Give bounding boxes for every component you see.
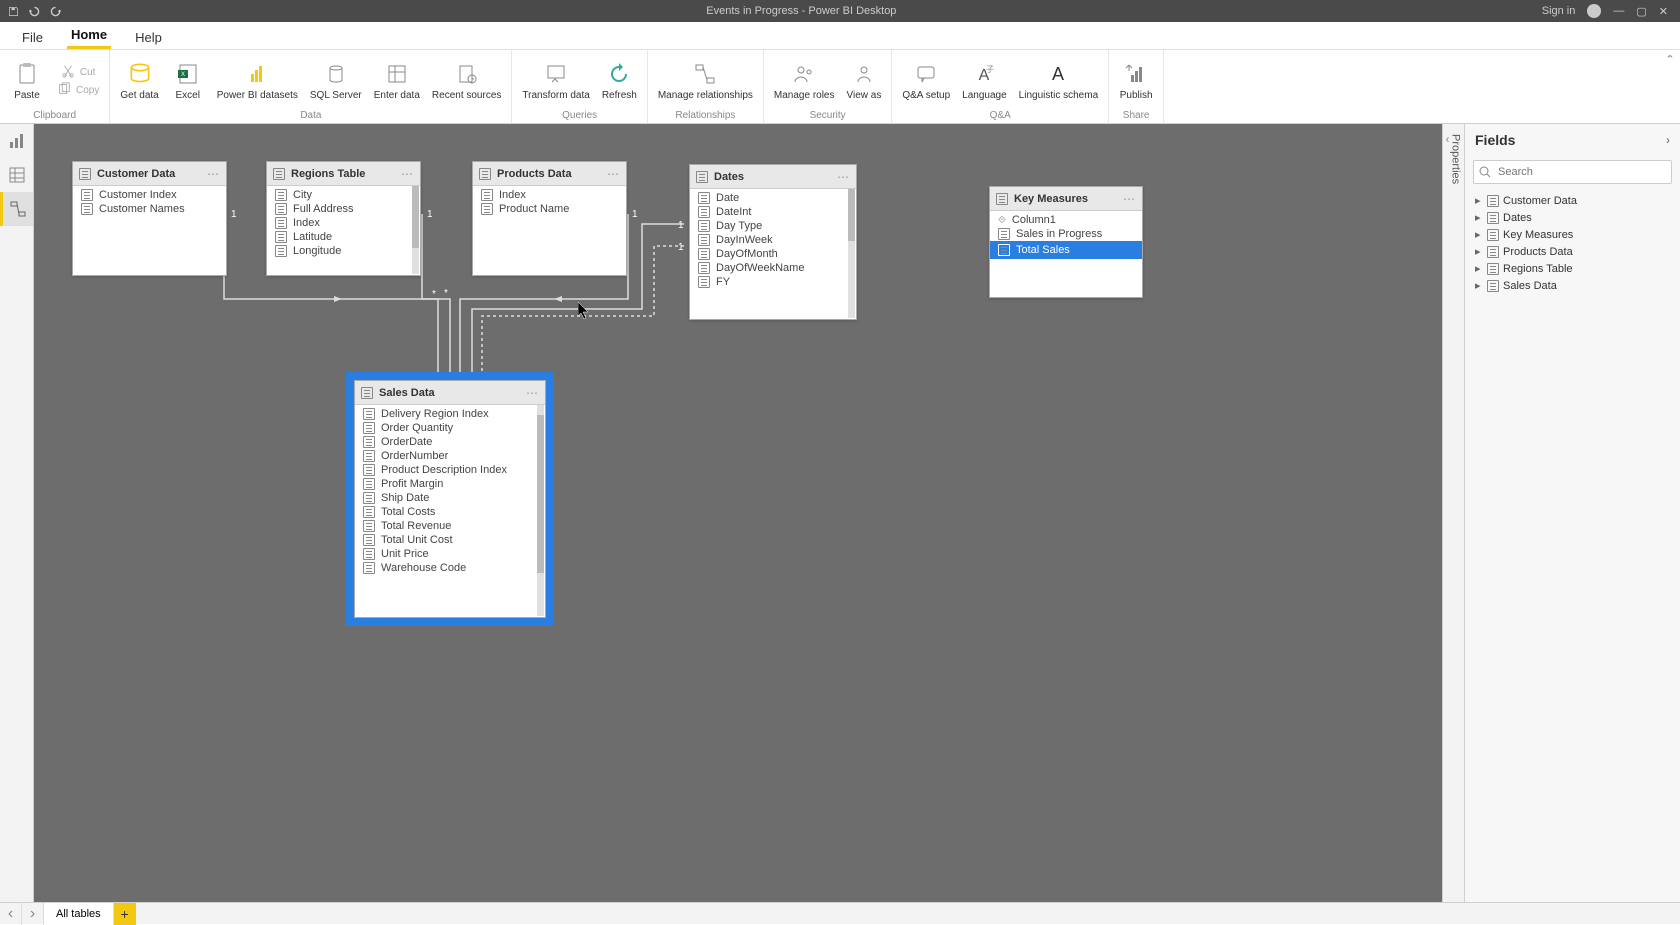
fields-title: Fields [1475,132,1515,148]
cut-button[interactable]: Cut [52,63,103,79]
fields-table-customer-data[interactable]: ▸Customer Data [1465,192,1680,209]
pbi-datasets-button[interactable]: Power BI datasets [213,58,302,103]
fields-pane: Fields › ▸Customer Data ▸Dates ▸Key Meas… [1464,124,1680,902]
svg-text:A: A [1052,64,1064,84]
fields-table-dates[interactable]: ▸Dates [1465,209,1680,226]
avatar[interactable] [1587,4,1601,18]
svg-text:1: 1 [231,209,237,220]
svg-text:1: 1 [678,242,684,253]
fields-table-regions-table[interactable]: ▸Regions Table [1465,260,1680,277]
transform-data-button[interactable]: Transform data [518,58,593,103]
table-icon [479,168,491,180]
fields-table-sales-data[interactable]: ▸Sales Data [1465,277,1680,294]
table-icon [696,171,708,183]
table-options-icon[interactable]: ⋯ [207,167,220,181]
qa-setup-button[interactable]: Q&A setup [898,58,954,103]
table-customer-data[interactable]: Customer Data⋯ Customer Index Customer N… [72,161,227,276]
paste-button[interactable]: Paste [6,58,48,103]
ribbon-group-security: Security [764,110,891,123]
menu-file[interactable]: File [18,26,47,49]
sql-button[interactable]: SQL Server [306,58,366,103]
cursor-icon [578,302,592,320]
publish-button[interactable]: Publish [1115,58,1157,103]
linguistic-schema-button[interactable]: ALinguistic schema [1015,58,1102,103]
language-button[interactable]: A子Language [958,58,1011,103]
ribbon-group-data: Data [110,110,511,123]
get-data-button[interactable]: Get data [116,58,162,103]
fields-table-products-data[interactable]: ▸Products Data [1465,243,1680,260]
model-view-button[interactable] [0,192,33,226]
fields-search-input[interactable] [1473,160,1672,184]
enter-data-button[interactable]: Enter data [370,58,424,103]
status-bar: ‹ › All tables + [0,902,1680,924]
maximize-button[interactable]: ▢ [1636,5,1646,18]
svg-text:子: 子 [986,65,994,74]
sign-in-link[interactable]: Sign in [1542,5,1576,17]
ribbon-group-queries: Queries [512,110,646,123]
table-icon [361,387,373,399]
search-icon [1479,165,1491,183]
menu-home[interactable]: Home [67,23,111,49]
svg-text:1: 1 [427,209,433,220]
view-as-button[interactable]: View as [843,58,886,103]
menu-bar: File Home Help [0,22,1680,50]
chevron-right-icon[interactable]: › [1666,133,1670,147]
manage-roles-button[interactable]: Manage roles [770,58,839,103]
table-dates[interactable]: Dates⋯ Date DateInt Day Type DayInWeek D… [689,164,857,320]
refresh-button[interactable]: Refresh [598,58,641,103]
table-icon [996,193,1008,205]
svg-text:X: X [181,72,185,78]
table-options-icon[interactable]: ⋯ [837,170,850,184]
redo-icon[interactable] [50,6,61,17]
ribbon-group-share: Share [1109,110,1163,123]
table-sales-data[interactable]: Sales Data⋯ Delivery Region Index Order … [354,380,546,618]
view-rail [0,124,34,902]
field-total-sales-selected[interactable]: Total Sales [990,241,1142,259]
table-options-icon[interactable]: ⋯ [401,167,414,181]
recent-sources-button[interactable]: Recent sources [428,58,505,103]
title-bar: Events in Progress - Power BI Desktop Si… [0,0,1680,22]
table-regions[interactable]: Regions Table⋯ City Full Address Index L… [266,161,421,276]
close-button[interactable]: ✕ [1659,5,1668,18]
svg-text:1: 1 [678,220,684,231]
report-view-button[interactable] [0,124,33,158]
table-icon [79,168,91,180]
table-icon [273,168,285,180]
add-page-button[interactable]: + [114,903,136,925]
copy-button[interactable]: Copy [52,81,103,97]
table-key-measures[interactable]: Key Measures⋯ ⟐Column1 Sales in Progress… [989,186,1143,298]
collapse-ribbon-button[interactable]: ˆ [1660,50,1680,123]
data-view-button[interactable] [0,158,33,192]
fields-table-key-measures[interactable]: ▸Key Measures [1465,226,1680,243]
page-next-button[interactable]: › [22,903,44,925]
ribbon-group-clipboard: Clipboard [0,110,109,123]
save-icon[interactable] [8,6,19,17]
page-tab-all-tables[interactable]: All tables [44,903,114,925]
svg-text:1: 1 [632,209,638,220]
model-canvas[interactable]: 1 * 1 * 1 1 1 Customer Data⋯ Customer In… [34,124,1442,902]
table-products[interactable]: Products Data⋯ Index Product Name [472,161,627,276]
page-prev-button[interactable]: ‹ [0,903,22,925]
ribbon: Paste Cut Copy Clipboard Get data XExcel… [0,50,1680,124]
properties-pane-collapsed[interactable]: ‹ Properties [1442,124,1464,902]
menu-help[interactable]: Help [131,26,166,49]
table-options-icon[interactable]: ⋯ [1123,192,1136,206]
window-title: Events in Progress - Power BI Desktop [61,5,1542,17]
table-options-icon[interactable]: ⋯ [526,386,539,400]
table-options-icon[interactable]: ⋯ [607,167,620,181]
svg-text:*: * [444,288,448,299]
excel-button[interactable]: XExcel [167,58,209,103]
minimize-button[interactable]: — [1613,5,1624,17]
ribbon-group-qa: Q&A [892,110,1108,123]
ribbon-group-relationships: Relationships [648,110,763,123]
manage-relationships-button[interactable]: Manage relationships [654,58,757,103]
undo-icon[interactable] [29,6,40,17]
